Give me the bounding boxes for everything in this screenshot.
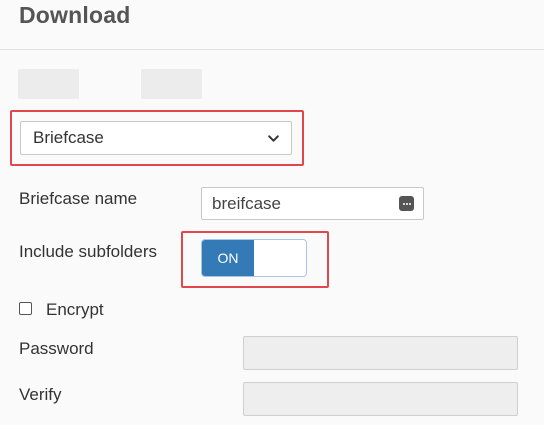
briefcase-name-label: Briefcase name [19, 189, 138, 208]
type-select-value: Briefcase [33, 128, 104, 147]
dialog-title: Download [19, 2, 131, 28]
encrypt-checkbox[interactable] [19, 302, 32, 315]
tab-placeholder-2[interactable] [141, 69, 202, 99]
subfolders-toggle[interactable]: ON [201, 239, 307, 277]
password-label: Password [19, 339, 94, 358]
password-input[interactable] [243, 336, 518, 370]
title-divider [0, 49, 544, 50]
type-select[interactable]: Briefcase [20, 121, 292, 155]
tab-placeholder-1[interactable] [18, 69, 79, 99]
encrypt-label[interactable]: Encrypt [46, 300, 104, 320]
briefcase-name-input[interactable]: breifcase [201, 187, 424, 220]
verify-label: Verify [19, 385, 62, 404]
chevron-down-icon [268, 134, 279, 142]
password-manager-icon[interactable] [399, 196, 414, 211]
briefcase-name-value: breifcase [212, 193, 281, 213]
toggle-on-label: ON [202, 240, 254, 276]
verify-input[interactable] [243, 382, 518, 416]
subfolders-label: Include subfolders [19, 242, 157, 261]
